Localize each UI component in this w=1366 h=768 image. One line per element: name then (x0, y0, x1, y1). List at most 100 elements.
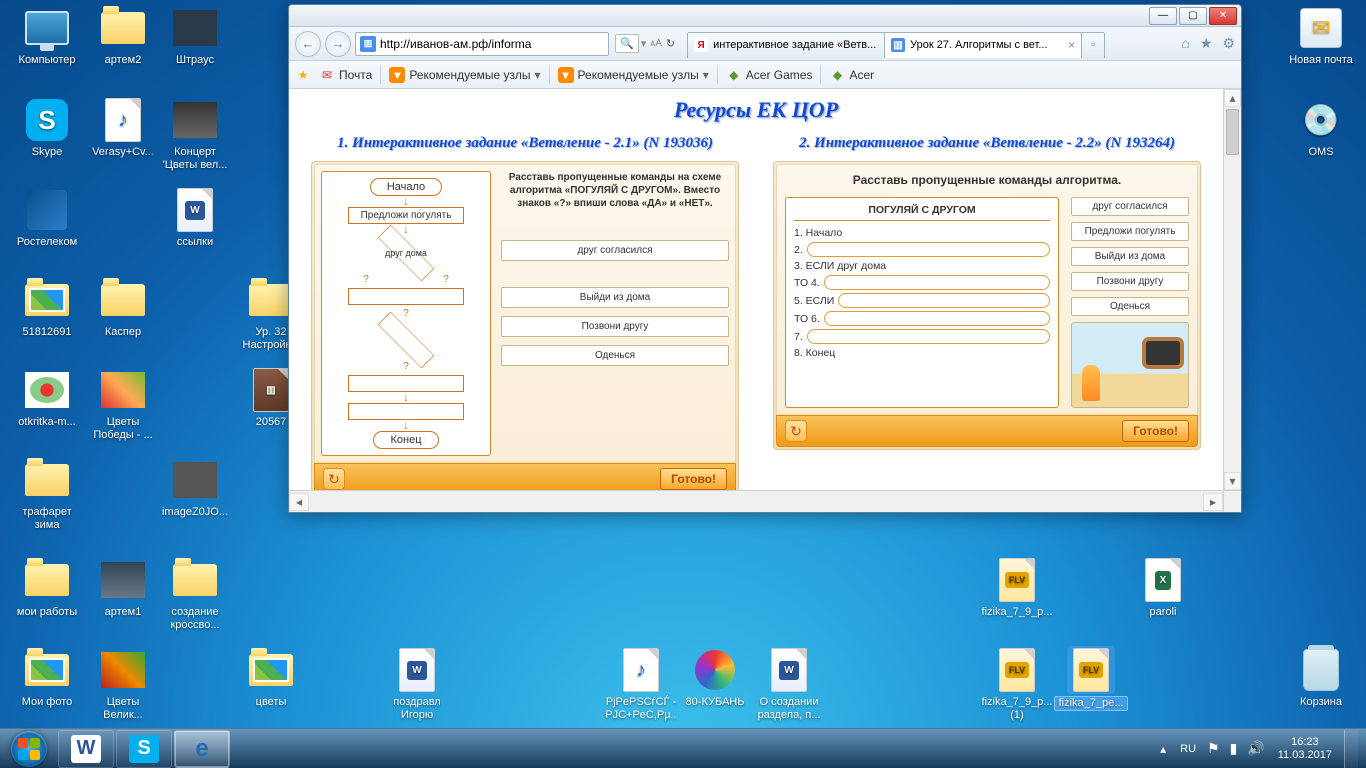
icon-fizika3[interactable]: FLVfizika_7_pe... (1054, 646, 1128, 711)
task2-choice-0[interactable]: друг согласился (1071, 197, 1189, 216)
tray-overflow-button[interactable]: ▴ (1152, 742, 1174, 756)
task2-choice-3[interactable]: Позвони другу (1071, 272, 1189, 291)
favbar-rec2[interactable]: ▾Рекомендуемые узлы ▾ (558, 67, 709, 83)
icon-otkritka[interactable]: otkritka-m... (10, 366, 84, 429)
tab-1[interactable]: ▥ Урок 27. Алгоритмы с вет... × (884, 32, 1082, 58)
task2-choice-2[interactable]: Выйди из дома (1071, 247, 1189, 266)
icon-fizika1[interactable]: FLVfizika_7_9_p... (980, 556, 1054, 619)
scroll-right-button[interactable]: ▸ (1203, 493, 1223, 511)
icon-fizika2[interactable]: FLVfizika_7_9_p... (1) (980, 646, 1054, 722)
icon-moifoto[interactable]: Мои фото (10, 646, 84, 709)
scroll-down-button[interactable]: ▾ (1224, 472, 1241, 490)
search-icon[interactable]: 🔍 (615, 34, 639, 53)
scroll-left-button[interactable]: ◂ (289, 493, 309, 511)
icon-tsvety-velik[interactable]: Цветы Велик... (86, 646, 160, 722)
nav-forward-button[interactable]: → (325, 31, 351, 57)
task2-drop-6[interactable] (824, 311, 1050, 326)
task1-choice-0[interactable]: друг согласился (501, 240, 729, 261)
favbar-acer[interactable]: ◆Acer (829, 67, 874, 83)
icon-concert[interactable]: Концерт 'Цветы вел... (158, 96, 232, 172)
task2-choice-1[interactable]: Предложи погулять (1071, 222, 1189, 241)
icon-novaya-pochta[interactable]: Новая почта (1284, 4, 1358, 67)
favbar-acergames[interactable]: ◆Acer Games (726, 67, 813, 83)
task1-choice-2[interactable]: Позвони другу (501, 316, 729, 337)
address-input[interactable] (380, 37, 604, 51)
icon-computer[interactable]: Компьютер (10, 4, 84, 67)
tray-volume-icon[interactable]: 🔊 (1242, 740, 1269, 757)
show-desktop-button[interactable] (1344, 730, 1358, 768)
address-combo[interactable]: ▥ (355, 32, 609, 56)
icon-moiraboty[interactable]: мои работы (10, 556, 84, 619)
task1-done-button[interactable]: Готово! (660, 468, 727, 490)
icon-trafaret[interactable]: трафарет зима (10, 456, 84, 532)
task2-choice-4[interactable]: Оденься (1071, 297, 1189, 316)
icon-rostelecom[interactable]: Ростелеком (10, 186, 84, 249)
task2-listing[interactable]: ПОГУЛЯЙ С ДРУГОМ 1. Начало 2. 3. ЕСЛИ др… (785, 197, 1059, 408)
icon-imagez[interactable]: imageZ0JO... (158, 456, 232, 519)
task1-diagram[interactable]: Начало ↓ Предложи погулять ↓ друг дома ?… (321, 171, 491, 456)
task2-drop-7[interactable] (807, 329, 1050, 344)
task1-choice-1[interactable]: Выйди из дома (501, 287, 729, 308)
favbar-mail[interactable]: ✉Почта (319, 67, 372, 83)
window-minimize-button[interactable]: — (1149, 7, 1177, 25)
icon-links[interactable]: Wссылки (158, 186, 232, 249)
icon-artem1[interactable]: артем1 (86, 556, 160, 619)
favbar-add[interactable]: ★ (295, 67, 311, 83)
icon-51812691[interactable]: 51812691 (10, 276, 84, 339)
tab-1-close-icon[interactable]: × (1068, 38, 1075, 52)
tray-clock[interactable]: 16:23 11.03.2017 (1270, 736, 1340, 762)
task2-drop-4[interactable] (824, 275, 1050, 290)
tray-network-icon[interactable]: ▮ (1225, 740, 1243, 757)
scroll-thumb[interactable] (1226, 109, 1239, 155)
vertical-scrollbar[interactable]: ▴ ▾ (1223, 89, 1241, 490)
task2-line-4: ТО 4. (794, 277, 820, 289)
new-tab-button[interactable]: ▫ (1081, 32, 1105, 58)
task2-drop-2[interactable] (807, 242, 1050, 257)
block-cond2[interactable] (363, 322, 449, 358)
nav-back-button[interactable]: ← (295, 31, 321, 57)
task2-drop-5[interactable] (838, 293, 1050, 308)
task1-reset-button[interactable]: ↻ (323, 468, 345, 490)
tab-1-favicon: ▥ (891, 38, 905, 52)
icon-pozdrav[interactable]: Wпоздравл Игорю (380, 646, 454, 722)
window-maximize-button[interactable]: ▢ (1179, 7, 1207, 25)
favbar-rec1[interactable]: ▾Рекомендуемые узлы ▾ (389, 67, 540, 83)
tools-icon[interactable]: ⚙ (1222, 35, 1235, 52)
icon-tsvety[interactable]: цветы (234, 646, 308, 709)
icon-osozdanii[interactable]: WО создании раздела, п... (752, 646, 826, 722)
tray-language[interactable]: RU (1174, 743, 1202, 755)
icon-shtraus[interactable]: Штраус (158, 4, 232, 67)
task1-choice-3[interactable]: Оденься (501, 345, 729, 366)
icon-verasy[interactable]: Verasy+Cv... (86, 96, 160, 159)
start-button[interactable] (2, 730, 56, 768)
horizontal-scrollbar[interactable]: ◂ ▸ (289, 490, 1223, 512)
taskbar-skype[interactable]: S (116, 730, 172, 768)
icon-recycle-bin[interactable]: Корзина (1284, 646, 1358, 709)
task2-line-6: ТО 6. (794, 313, 820, 325)
window-titlebar[interactable]: — ▢ ✕ (289, 5, 1241, 27)
block-blank1[interactable] (348, 288, 464, 305)
task2-line-5: 5. ЕСЛИ (794, 295, 834, 307)
icon-paroli[interactable]: Xparoli (1126, 556, 1200, 619)
icon-sozdanie[interactable]: создание кроссво... (158, 556, 232, 632)
refresh-icon[interactable]: ↻ (666, 37, 675, 50)
tab-0[interactable]: Я интерактивное задание «Ветв... (687, 32, 885, 58)
icon-kasper[interactable]: Каспер (86, 276, 160, 339)
task2-instructions: Расставь пропущенные команды алгоритма. (785, 173, 1189, 187)
tray-flag-icon[interactable]: ⚑ (1202, 740, 1225, 757)
favorites-icon[interactable]: ★ (1200, 35, 1213, 52)
taskbar-ie[interactable]: e (174, 730, 230, 768)
task2-reset-button[interactable]: ↻ (785, 420, 807, 442)
taskbar-word[interactable]: W (58, 730, 114, 768)
icon-skype[interactable]: SSkype (10, 96, 84, 159)
home-icon[interactable]: ⌂ (1181, 35, 1189, 52)
icon-kuban[interactable]: 80-КУБАНЬ (678, 646, 752, 709)
icon-pobedy[interactable]: Цветы Победы - ... (86, 366, 160, 442)
scroll-up-button[interactable]: ▴ (1224, 89, 1241, 107)
icon-pjpe[interactable]: PjPePSCѓCЃ - PJC+PeC,Pµ... (604, 646, 678, 735)
task2-done-button[interactable]: Готово! (1122, 420, 1189, 442)
window-close-button[interactable]: ✕ (1209, 7, 1237, 25)
icon-artem2[interactable]: артем2 (86, 4, 160, 67)
icon-oms[interactable]: 💿OMS (1284, 96, 1358, 159)
task1-frame: Начало ↓ Предложи погулять ↓ друг дома ?… (311, 161, 739, 490)
